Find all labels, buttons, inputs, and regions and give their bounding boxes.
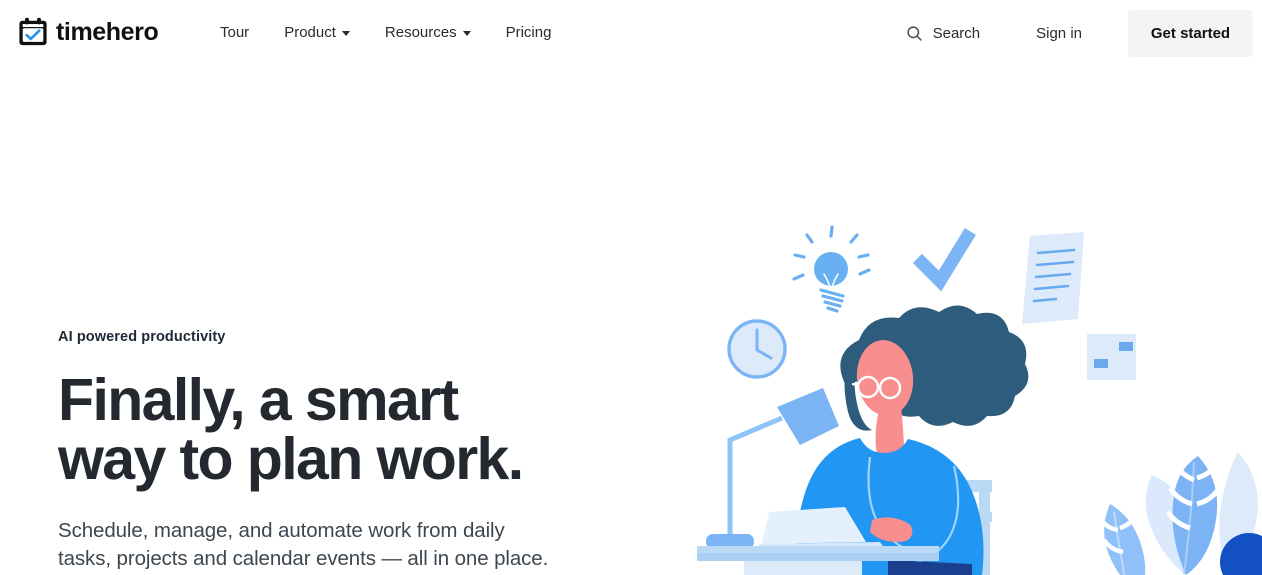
landing-page: timehero Tour Product Resources Pricing xyxy=(0,0,1262,575)
header-actions: Search Sign in Get started xyxy=(906,0,1262,67)
site-header: timehero Tour Product Resources Pricing xyxy=(0,0,1262,67)
chevron-down-icon xyxy=(462,31,471,36)
hero-eyebrow: AI powered productivity xyxy=(58,329,226,345)
document-icon xyxy=(1022,232,1084,324)
brand-logo[interactable]: timehero xyxy=(18,17,159,47)
headline-line-2: way to plan work. xyxy=(58,426,524,492)
card-icon xyxy=(1087,334,1136,380)
headline-line-1: Finally, a smart xyxy=(58,367,459,433)
calendar-check-icon xyxy=(18,17,48,47)
get-started-button[interactable]: Get started xyxy=(1128,10,1253,57)
nav-item-label: Tour xyxy=(220,24,250,41)
nav-item-label: Product xyxy=(284,24,336,41)
nav-item-label: Resources xyxy=(384,24,457,41)
nav-item-tour[interactable]: Tour xyxy=(220,22,266,44)
hero-subheadline: Schedule, manage, and automate work from… xyxy=(58,517,618,573)
subhead-line-1: Schedule, manage, and automate work from… xyxy=(58,519,505,542)
nav-item-pricing[interactable]: Pricing xyxy=(506,22,552,44)
page-title: Finally, a smart way to plan work. xyxy=(58,371,618,489)
search-icon xyxy=(906,25,923,42)
search-button[interactable]: Search xyxy=(906,23,981,45)
nav-item-resources[interactable]: Resources xyxy=(385,22,488,44)
hero-copy: AI powered productivity Finally, a smart… xyxy=(58,327,618,573)
lightbulb-icon xyxy=(792,225,871,313)
signin-link[interactable]: Sign in xyxy=(1036,23,1082,45)
woman-working-at-laptop-illustration xyxy=(682,212,1262,575)
search-label: Search xyxy=(932,24,981,42)
chevron-down-icon xyxy=(341,31,350,36)
brand-name: timehero xyxy=(56,17,159,46)
subhead-line-2: tasks, projects and calendar events — al… xyxy=(58,547,549,570)
primary-nav: Tour Product Resources Pricing xyxy=(220,22,551,44)
checkmark-icon xyxy=(912,228,976,292)
clock-icon xyxy=(727,319,787,379)
nav-item-label: Pricing xyxy=(505,24,552,41)
nav-item-product[interactable]: Product xyxy=(284,22,367,44)
